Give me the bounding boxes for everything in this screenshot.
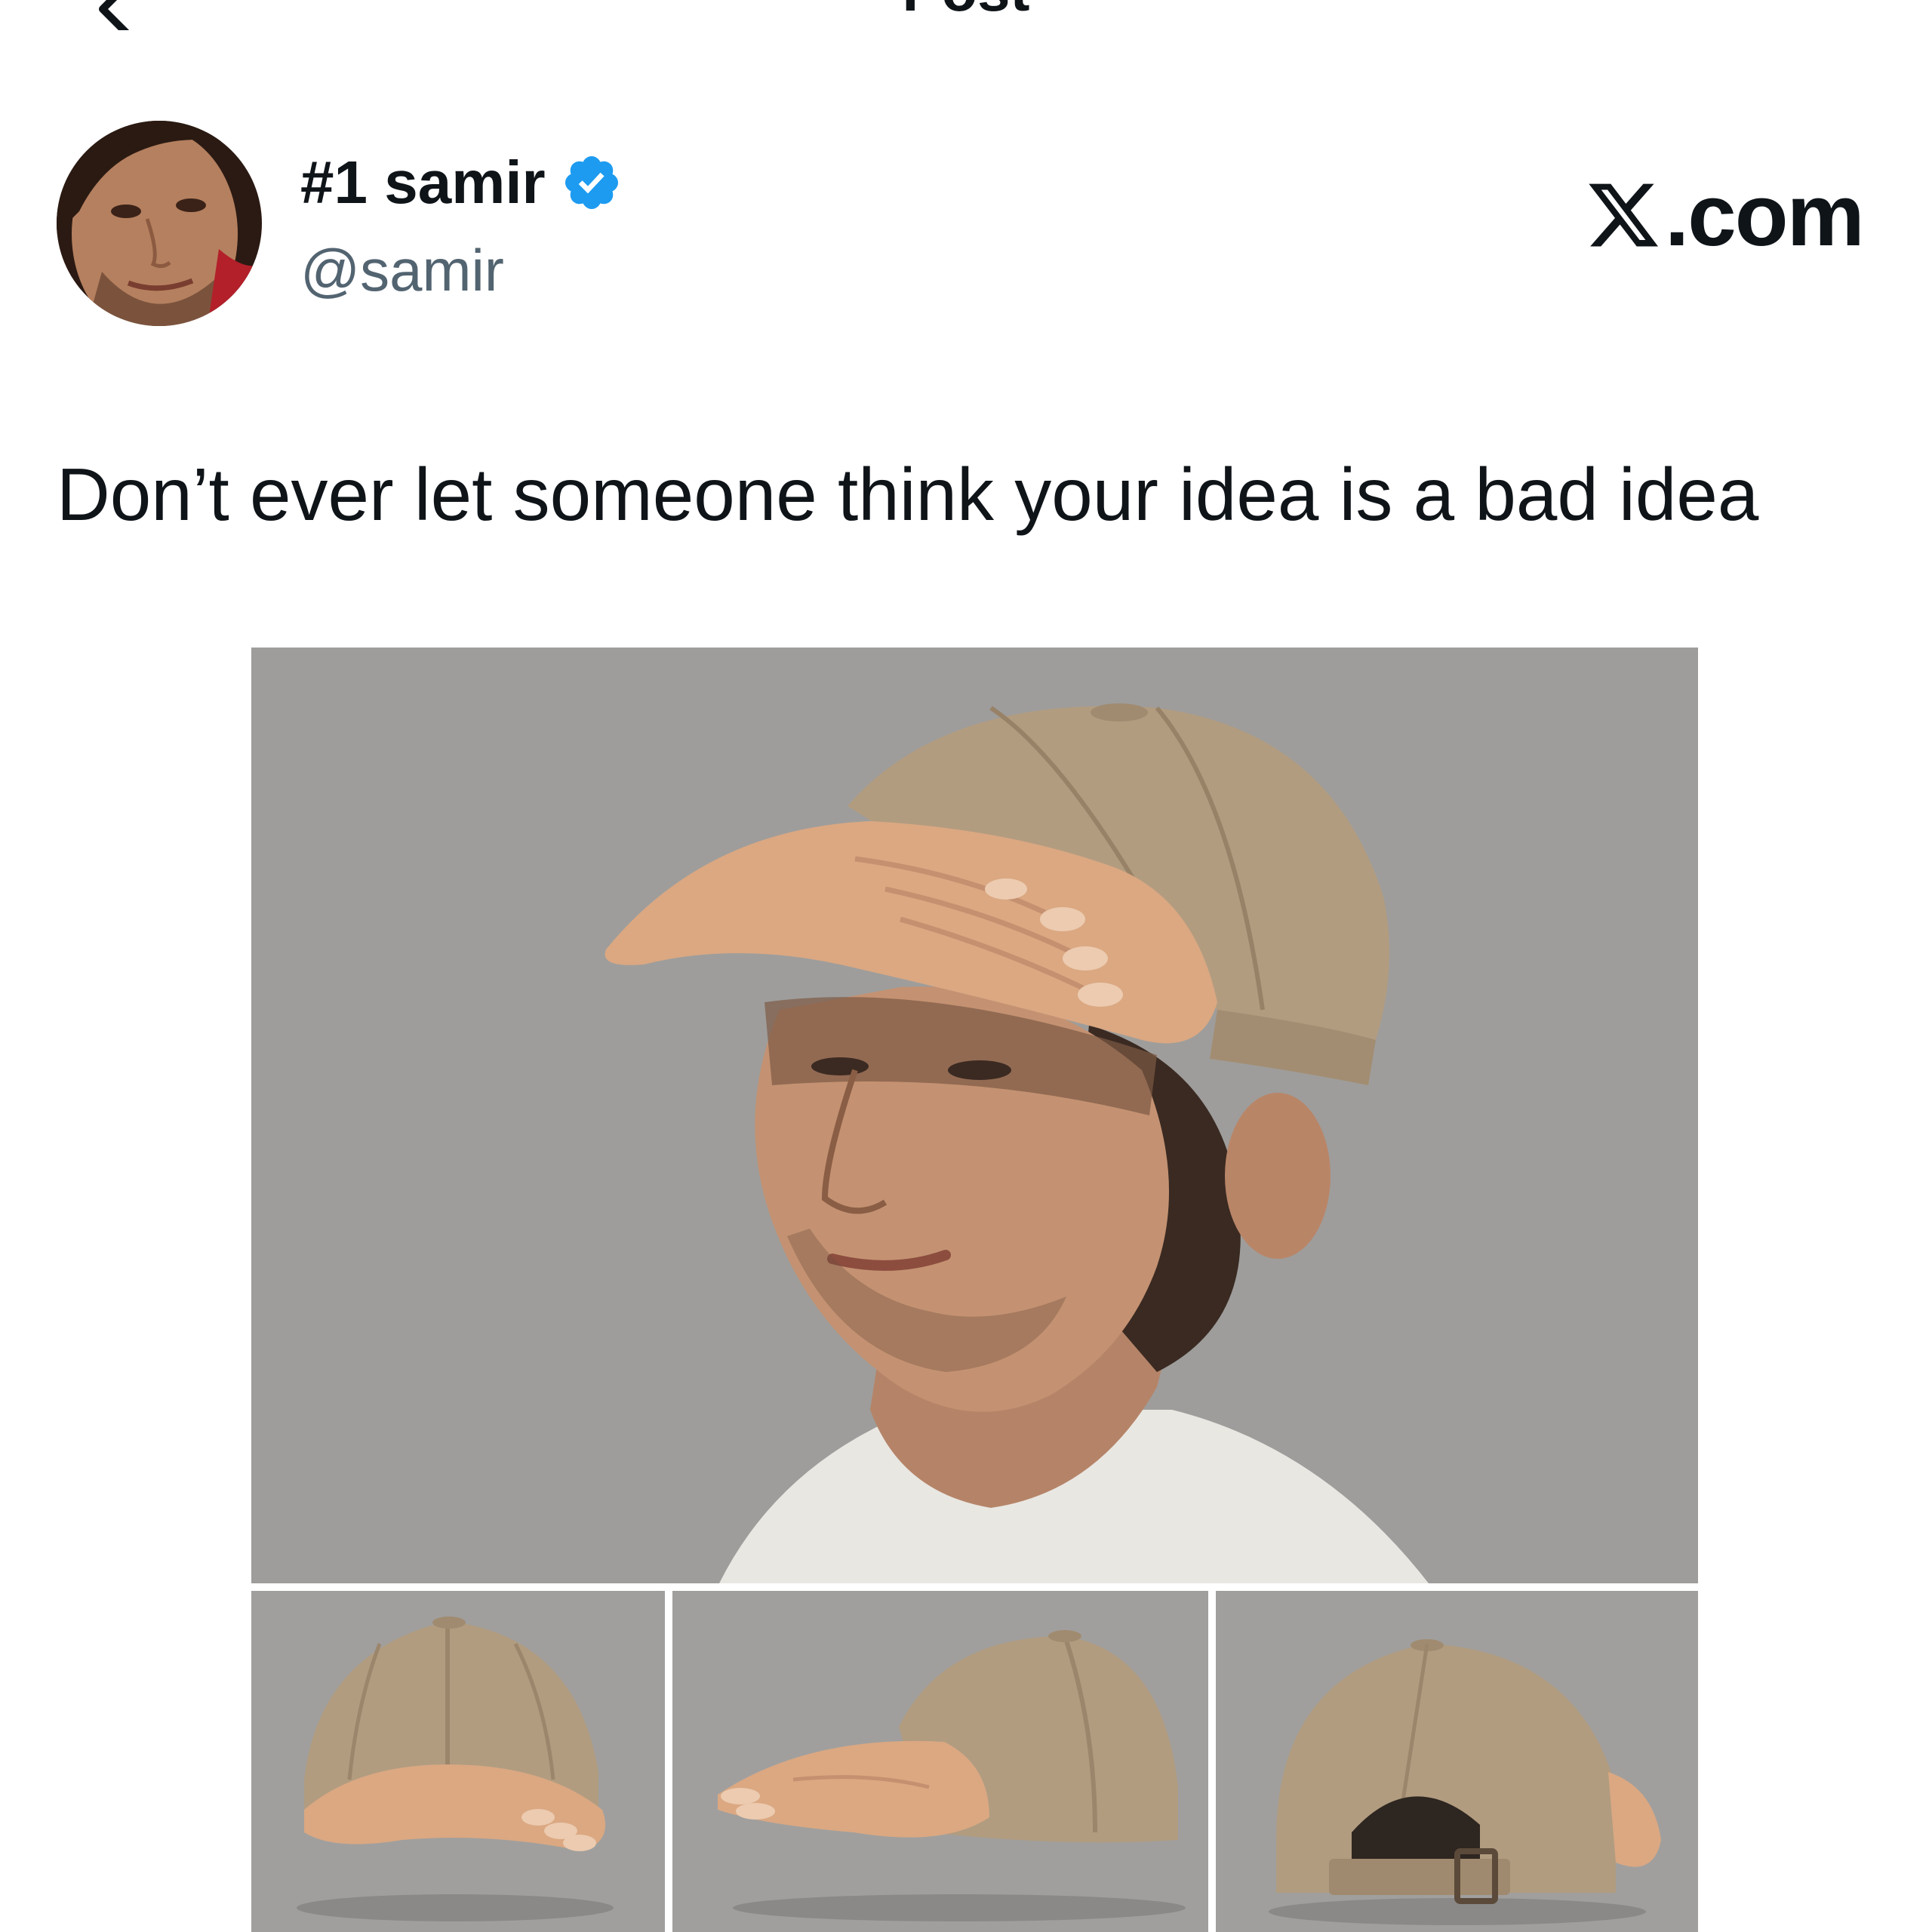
back-button[interactable] bbox=[89, 0, 142, 45]
page-title: Post bbox=[853, 0, 1079, 24]
x-logo-icon bbox=[1589, 183, 1659, 247]
media-grid bbox=[251, 648, 1698, 1932]
photo-cap-side-view[interactable] bbox=[672, 1591, 1208, 1932]
photo-cap-back-view[interactable] bbox=[1216, 1591, 1698, 1932]
arrow-left-icon bbox=[99, 0, 138, 45]
display-name[interactable]: #1 samir bbox=[300, 145, 546, 220]
author-handle[interactable]: @samir bbox=[300, 232, 504, 308]
avatar[interactable] bbox=[57, 121, 262, 326]
author-name-row: #1 samir bbox=[300, 145, 623, 220]
avatar-image bbox=[57, 121, 262, 326]
verified-badge-icon bbox=[565, 155, 618, 210]
top-nav-bar: Post bbox=[0, 0, 1932, 53]
photo-man-wearing-hand-brim-cap[interactable] bbox=[251, 648, 1698, 1583]
post-text: Don’t ever let someone think your idea i… bbox=[57, 453, 1759, 536]
xcom-watermark: .com bbox=[1585, 166, 1865, 264]
photo-cap-front-view[interactable] bbox=[251, 1591, 665, 1932]
watermark-text: .com bbox=[1665, 166, 1865, 264]
